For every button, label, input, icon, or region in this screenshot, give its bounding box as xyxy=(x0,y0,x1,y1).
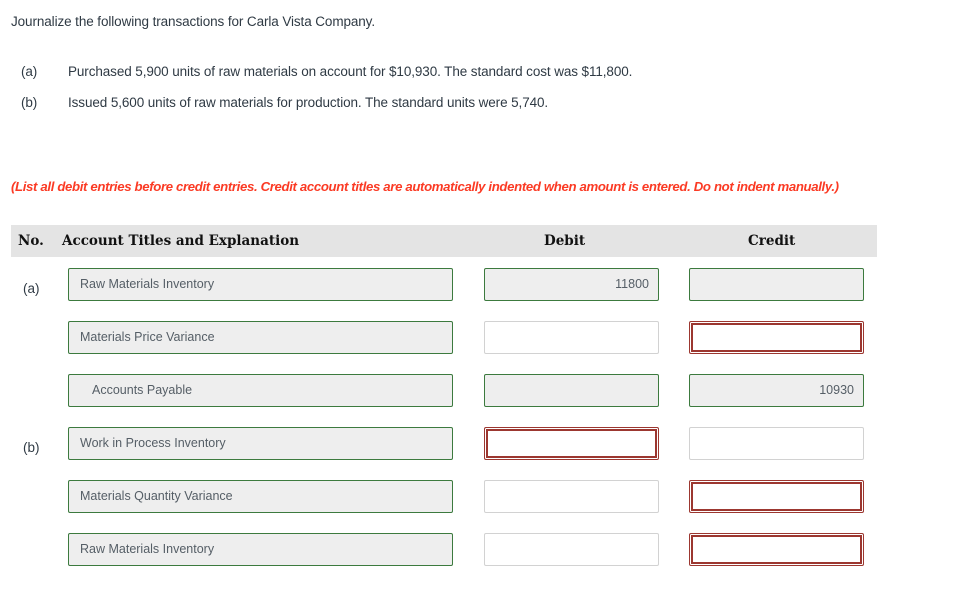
transaction-list: (a) Purchased 5,900 units of raw materia… xyxy=(11,64,941,126)
credit-amount-input[interactable] xyxy=(689,480,864,513)
transaction-label: (a) xyxy=(21,64,38,79)
credit-amount-input[interactable] xyxy=(689,321,864,354)
table-row: Raw Materials Inventory xyxy=(11,533,877,586)
column-header-credit: Credit xyxy=(748,233,796,249)
debit-amount-input[interactable] xyxy=(484,321,659,354)
column-header-account: Account Titles and Explanation xyxy=(62,233,300,249)
instruction-note: (List all debit entries before credit en… xyxy=(11,179,839,194)
debit-amount-input[interactable] xyxy=(484,374,659,407)
debit-amount-input[interactable]: 11800 xyxy=(484,268,659,301)
credit-amount-input[interactable]: 10930 xyxy=(689,374,864,407)
table-row: Accounts Payable 10930 xyxy=(11,374,877,427)
transaction-item: (a) Purchased 5,900 units of raw materia… xyxy=(11,64,941,79)
table-header-row: No. Account Titles and Explanation Debit… xyxy=(11,225,877,257)
account-title-input[interactable]: Raw Materials Inventory xyxy=(68,268,453,301)
credit-amount-input[interactable] xyxy=(689,427,864,460)
table-row: (b) Work in Process Inventory xyxy=(11,427,877,480)
account-title-input[interactable]: Work in Process Inventory xyxy=(68,427,453,460)
account-title-input[interactable]: Raw Materials Inventory xyxy=(68,533,453,566)
table-row: Materials Quantity Variance xyxy=(11,480,877,533)
row-number: (b) xyxy=(23,440,40,455)
column-header-no: No. xyxy=(18,233,44,249)
transaction-label: (b) xyxy=(21,95,38,110)
row-number: (a) xyxy=(23,281,40,296)
transaction-text: Purchased 5,900 units of raw materials o… xyxy=(68,64,633,79)
credit-amount-input[interactable] xyxy=(689,268,864,301)
transaction-text: Issued 5,600 units of raw materials for … xyxy=(68,95,549,110)
debit-amount-input[interactable] xyxy=(484,480,659,513)
journal-entry-table: No. Account Titles and Explanation Debit… xyxy=(11,225,877,586)
credit-amount-input[interactable] xyxy=(689,533,864,566)
account-title-input[interactable]: Materials Quantity Variance xyxy=(68,480,453,513)
debit-amount-input[interactable] xyxy=(484,533,659,566)
table-body: (a) Raw Materials Inventory 11800 Materi… xyxy=(11,257,877,586)
intro-instruction: Journalize the following transactions fo… xyxy=(11,14,375,29)
journal-entry-page: Journalize the following transactions fo… xyxy=(0,0,957,595)
account-title-input[interactable]: Accounts Payable xyxy=(68,374,453,407)
account-title-input[interactable]: Materials Price Variance xyxy=(68,321,453,354)
table-row: Materials Price Variance xyxy=(11,321,877,374)
debit-amount-input[interactable] xyxy=(484,427,659,460)
transaction-item: (b) Issued 5,600 units of raw materials … xyxy=(11,95,941,110)
table-row: (a) Raw Materials Inventory 11800 xyxy=(11,268,877,321)
column-header-debit: Debit xyxy=(544,233,586,249)
